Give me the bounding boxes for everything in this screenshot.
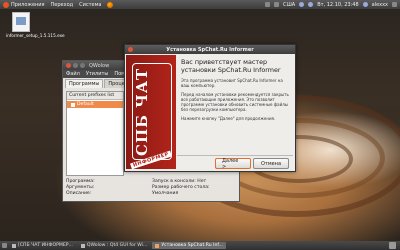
divider	[177, 155, 293, 156]
minimize-icon[interactable]	[73, 63, 78, 68]
tray-app-icon[interactable]	[264, 2, 270, 7]
list-item-label: Default	[77, 102, 94, 107]
menu-system-label: Система	[79, 1, 102, 8]
clock[interactable]: Вт, 12.10, 23:48	[317, 2, 358, 8]
installer-sidebar-banner: СПБ ЧАТ ИНФОРМЕР	[126, 55, 176, 169]
tab-programs[interactable]: Программы	[65, 79, 104, 88]
maximize-icon[interactable]	[80, 63, 85, 68]
taskbar-item[interactable]: Установка SpChat.Ru Inf...	[152, 242, 227, 249]
panel-menu: Приложения Переход Система	[0, 1, 114, 8]
taskbar-item-label: [СПБ ЧАТ ИНФОРМЕР...	[18, 243, 73, 248]
menu-utilities[interactable]: Утилиты	[86, 71, 109, 77]
welcome-heading: Вас приветствует мастер установки SpChat…	[181, 58, 281, 74]
window-icon	[155, 243, 160, 248]
welcome-text-1: Эта программа установит SpChat.Ru Inform…	[181, 78, 283, 88]
installer-title: Установка SpChat.Ru Informer	[166, 46, 254, 53]
installer-titlebar[interactable]: Установка SpChat.Ru Informer	[125, 45, 295, 54]
spbchat-logo: СПБ ЧАТ	[132, 63, 172, 160]
trash-icon[interactable]	[389, 242, 396, 249]
installer-dialog: Установка SpChat.Ru Informer СПБ ЧАТ ИНФ…	[124, 44, 296, 172]
menu-applications[interactable]: Приложения	[3, 1, 45, 8]
prefix-list-header: Current prefixes list	[67, 92, 123, 100]
folder-icon	[71, 102, 75, 107]
keyboard-layout-indicator[interactable]: СШA	[283, 2, 295, 8]
user-name[interactable]: alexxx	[372, 2, 388, 8]
mail-icon[interactable]	[299, 2, 305, 7]
prefix-list[interactable]: Current prefixes list Default	[66, 91, 124, 176]
list-item[interactable]: Default	[67, 101, 123, 108]
desktop-size-label: Размер рабочего стола: Умолчания	[152, 185, 210, 196]
volume-icon[interactable]	[308, 2, 314, 7]
menu-applications-label: Приложения	[11, 1, 45, 8]
taskbar-item[interactable]: [СПБ ЧАТ ИНФОРМЕР...	[9, 242, 76, 249]
user-icon	[362, 2, 368, 7]
menu-places-label: Переход	[50, 1, 74, 8]
firefox-launcher-icon[interactable]	[107, 1, 114, 8]
desktop-file-label: informer_setup_1.5.115.exe	[6, 33, 65, 38]
menu-system[interactable]: Система	[79, 2, 101, 8]
next-button[interactable]: Далее >	[215, 158, 251, 170]
window-icon	[80, 243, 85, 248]
taskbar-item[interactable]: QWolow : Qt4 GUI for Wi...	[78, 242, 150, 249]
welcome-text-2: Перед началом установки рекомендуется за…	[181, 92, 289, 112]
cancel-button[interactable]: Отмена	[253, 158, 289, 169]
qwolow-title: QWolow	[89, 62, 110, 69]
power-icon[interactable]	[392, 2, 397, 7]
desc-label: Описание:	[66, 191, 92, 196]
tray-app-icon[interactable]	[273, 2, 279, 7]
close-icon[interactable]	[128, 47, 133, 52]
top-panel: Приложения Переход Система СШA Вт, 12.10…	[0, 0, 400, 9]
window-icon	[12, 243, 16, 248]
installer-body: Вас приветствует мастер установки SpChat…	[181, 58, 291, 125]
menu-places[interactable]: Переход	[51, 2, 74, 8]
exe-file-icon	[12, 12, 30, 32]
desktop-file-icon[interactable]: informer_setup_1.5.115.exe	[6, 12, 65, 38]
taskbar-item-label: Установка SpChat.Ru Inf...	[161, 243, 224, 248]
welcome-text-3: Нажмите кнопку "Далее" для продолжения.	[181, 116, 276, 121]
system-tray: СШA Вт, 12.10, 23:48 alexxx	[264, 2, 400, 8]
menu-file[interactable]: Файл	[66, 71, 80, 77]
close-icon[interactable]	[66, 63, 71, 68]
ubuntu-logo-icon	[3, 1, 9, 8]
show-desktop-icon[interactable]	[2, 243, 7, 248]
taskbar-item-label: QWolow : Qt4 GUI for Wi...	[86, 243, 148, 248]
bottom-taskbar: [СПБ ЧАТ ИНФОРМЕР... QWolow : Qt4 GUI fo…	[0, 241, 400, 250]
